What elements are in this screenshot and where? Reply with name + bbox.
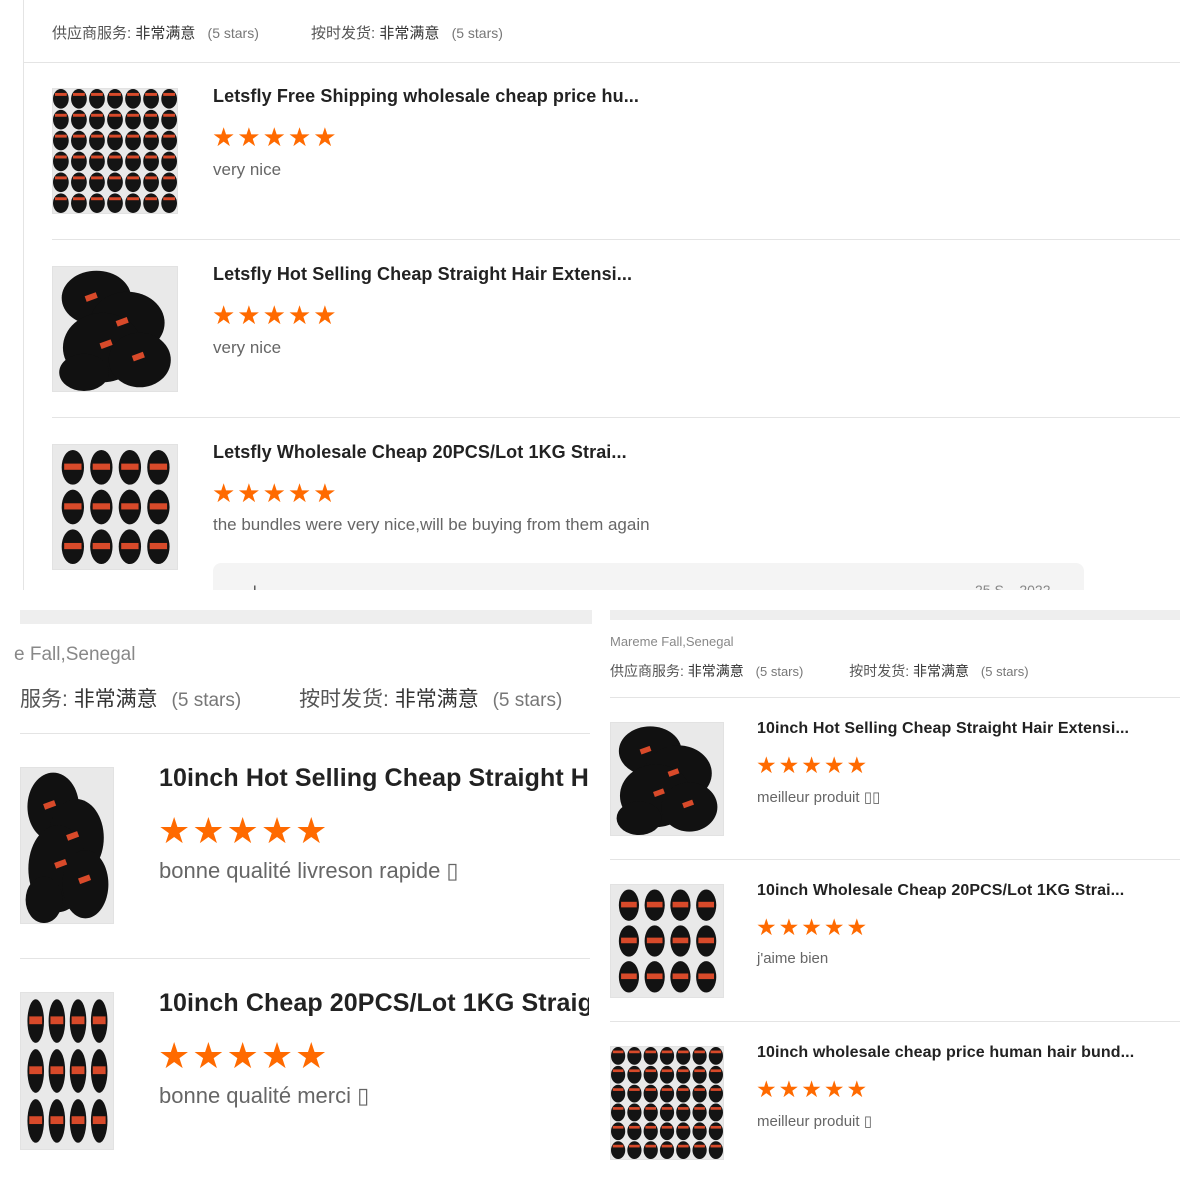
star-rating: ★★★★★ [212, 122, 339, 152]
hair-bundles-pile-photo-icon [611, 723, 723, 835]
delivery-stars-note: (5 stars) [980, 664, 1029, 679]
top-bar [610, 610, 1180, 620]
left-border [23, 0, 24, 590]
review-comment: the bundles were very nice,will be buyin… [213, 515, 650, 534]
seller-reply-box: L... ... 25 S... 2022 [213, 563, 1084, 590]
hair-bundles-pile-photo-icon [21, 768, 113, 923]
delivery-value: 非常满意 [913, 663, 970, 679]
review-comment: bonne qualité merci ▯ [159, 1083, 370, 1108]
reply-author: L... ... [253, 582, 289, 590]
divider [610, 697, 1180, 698]
divider [52, 417, 1180, 418]
review-comment: very nice [213, 338, 282, 357]
review-comment: bonne qualité livreson rapide ▯ [159, 858, 459, 883]
supplier-value: 非常满意 [73, 688, 158, 711]
divider [20, 958, 590, 959]
supplier-label: 供应商服务: [610, 663, 684, 679]
supplier-stars-note: (5 stars) [755, 664, 804, 679]
reply-date: 25 S... 2022 [975, 582, 1051, 590]
product-title-link[interactable]: 10inch Cheap 20PCS/Lot 1KG Straight [159, 989, 589, 1018]
product-title-link[interactable]: Letsfly Wholesale Cheap 20PCS/Lot 1KG St… [213, 442, 673, 463]
product-title-link[interactable]: Letsfly Free Shipping wholesale cheap pr… [213, 86, 673, 107]
review-comment: very nice [213, 160, 282, 179]
divider [52, 239, 1180, 240]
star-rating: ★★★★★ [212, 478, 339, 508]
hair-bundles-grid-photo-icon [611, 1047, 723, 1159]
star-rating: ★★★★★ [212, 300, 339, 330]
delivery-label: 按时发货: [849, 663, 910, 679]
rating-summary: 服务: 非常满意 (5 stars) 按时发货: 非常满意 (5 stars) [20, 683, 562, 713]
delivery-value: 非常满意 [394, 688, 479, 711]
supplier-stars-note: (5 stars) [171, 690, 242, 711]
delivery-stars-note: (5 stars) [492, 690, 563, 711]
delivery-label: 按时发货: [311, 25, 376, 42]
divider [610, 1021, 1180, 1022]
rating-summary: 供应商服务: 非常满意 (5 stars) 按时发货: 非常满意 (5 star… [52, 22, 503, 43]
supplier-rating: 供应商服务: 非常满意 (5 stars) [52, 22, 259, 43]
supplier-value: 非常满意 [135, 25, 196, 42]
review-comment: j'aime bien [757, 950, 829, 967]
product-thumbnail[interactable] [610, 1046, 724, 1160]
hair-bundles-rows-photo-icon [21, 993, 113, 1149]
supplier-value: 非常满意 [687, 663, 744, 679]
star-rating: ★★★★★ [756, 1076, 870, 1102]
delivery-label: 按时发货: [299, 688, 389, 711]
product-thumbnail[interactable] [52, 266, 178, 392]
hair-bundles-grid-photo-icon [53, 89, 177, 213]
product-thumbnail[interactable] [20, 992, 114, 1150]
supplier-label: 服务: [20, 688, 68, 711]
delivery-rating: 按时发货: 非常满意 (5 stars) [299, 683, 562, 713]
buyer-name: Mareme Fall,Senegal [610, 634, 734, 649]
product-title-link[interactable]: 10inch Hot Selling Cheap Straight Hair E… [757, 720, 1177, 738]
hair-bundles-pile-photo-icon [53, 267, 177, 391]
product-thumbnail[interactable] [20, 767, 114, 924]
supplier-label: 供应商服务: [52, 25, 132, 42]
hair-bundles-rows-photo-icon [53, 445, 177, 569]
top-bar [20, 610, 592, 624]
supplier-rating: 服务: 非常满意 (5 stars) [20, 683, 241, 713]
rating-summary: 供应商服务: 非常满意 (5 stars) 按时发货: 非常满意 (5 star… [610, 661, 1029, 681]
delivery-rating: 按时发货: 非常满意 (5 stars) [311, 22, 503, 43]
hair-bundles-rows-photo-icon [611, 885, 723, 997]
star-rating: ★★★★★ [756, 752, 870, 778]
product-title-link[interactable]: 10inch Hot Selling Cheap Straight Hair [159, 764, 589, 793]
delivery-stars-note: (5 stars) [451, 25, 503, 41]
divider [610, 859, 1180, 860]
review-comment: meilleur produit ▯ [757, 1113, 872, 1130]
star-rating: ★★★★★ [158, 810, 330, 851]
star-rating: ★★★★★ [756, 914, 870, 940]
review-panel-top: 供应商服务: 非常满意 (5 stars) 按时发货: 非常满意 (5 star… [0, 0, 1200, 590]
product-thumbnail[interactable] [52, 444, 178, 570]
product-title-link[interactable]: 10inch Wholesale Cheap 20PCS/Lot 1KG Str… [757, 882, 1177, 900]
star-rating: ★★★★★ [158, 1035, 330, 1076]
divider [24, 62, 1180, 63]
product-thumbnail[interactable] [610, 722, 724, 836]
delivery-value: 非常满意 [379, 25, 440, 42]
product-thumbnail[interactable] [52, 88, 178, 214]
buyer-name: e Fall,Senegal [14, 644, 136, 665]
product-title-link[interactable]: Letsfly Hot Selling Cheap Straight Hair … [213, 264, 673, 285]
review-comment: meilleur produit ▯▯ [757, 789, 881, 806]
product-thumbnail[interactable] [610, 884, 724, 998]
delivery-rating: 按时发货: 非常满意 (5 stars) [849, 661, 1028, 681]
supplier-rating: 供应商服务: 非常满意 (5 stars) [610, 661, 803, 681]
product-title-link[interactable]: 10inch wholesale cheap price human hair … [757, 1044, 1177, 1062]
supplier-stars-note: (5 stars) [207, 25, 259, 41]
divider [20, 733, 590, 734]
review-panel-bottom-right: Mareme Fall,Senegal 供应商服务: 非常满意 (5 stars… [610, 610, 1200, 1170]
review-panel-bottom-left: e Fall,Senegal 服务: 非常满意 (5 stars) 按时发货: … [0, 610, 592, 1170]
